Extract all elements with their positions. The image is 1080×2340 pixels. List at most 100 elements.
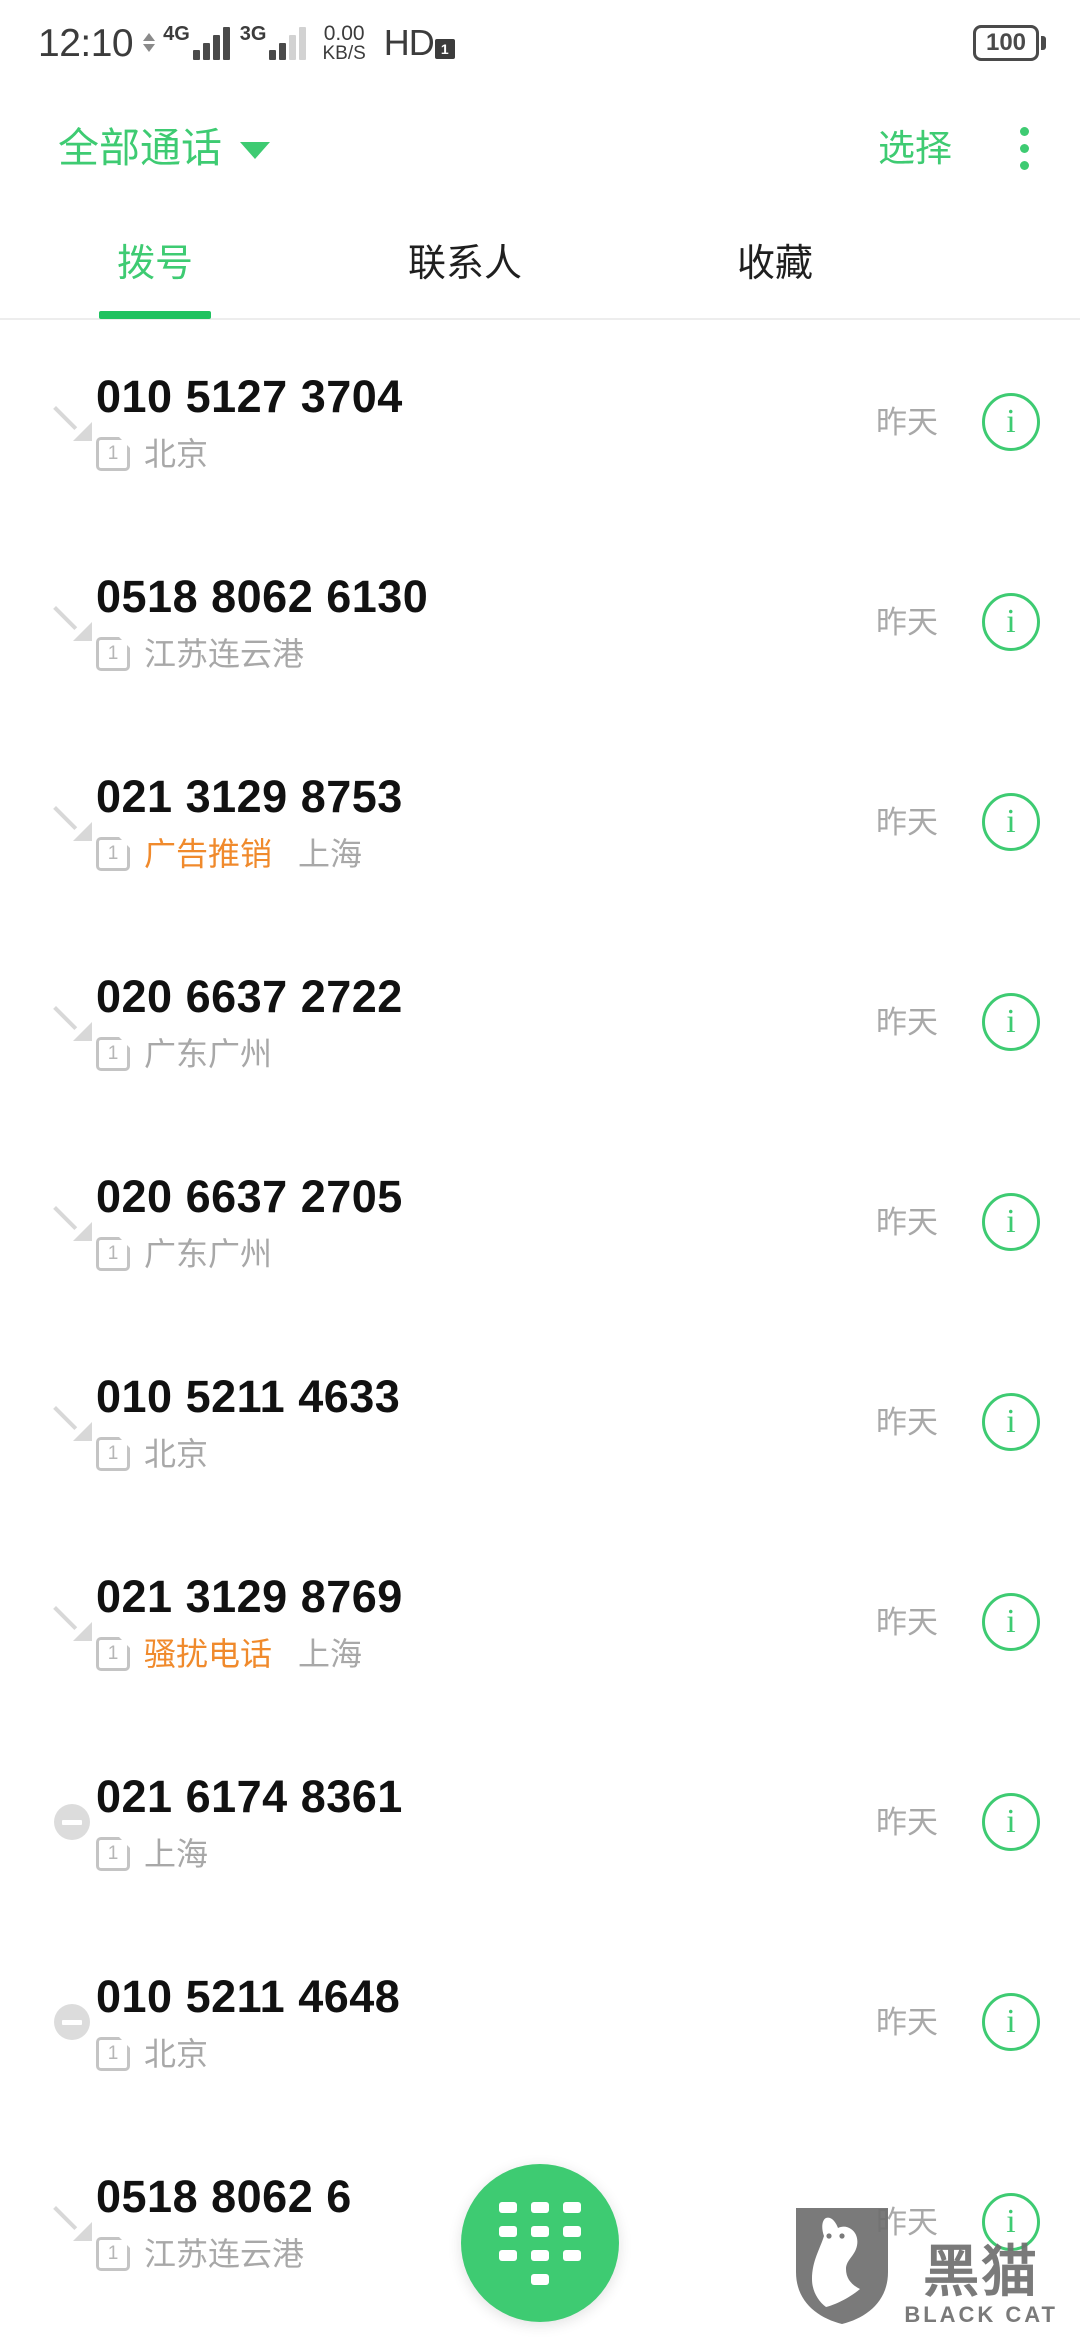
info-glyph: i — [1006, 803, 1016, 840]
call-timestamp: 昨天 — [876, 1404, 938, 1440]
call-details-info-icon[interactable]: i — [982, 1593, 1040, 1651]
signal-secondary: 3G — [239, 23, 307, 60]
call-row-content: 020 6637 2705 1 广东广州 — [92, 1174, 876, 1271]
signal-bars-secondary-icon — [269, 26, 307, 60]
signal-bars-primary-icon — [192, 26, 230, 60]
call-timestamp: 昨天 — [876, 404, 938, 440]
status-bar: 12:10 4G 3G 0.00 KB/S HD 1 100 — [0, 0, 1080, 86]
call-row-content: 010 5211 4633 1 北京 — [92, 1374, 876, 1471]
info-glyph: i — [1006, 603, 1016, 640]
call-details-info-icon[interactable]: i — [982, 993, 1040, 1051]
call-row-content: 021 3129 8753 1 广告推销 上海 — [92, 774, 876, 871]
tab-contacts[interactable]: 联系人 — [310, 209, 620, 319]
call-type-icon-cell — [0, 1922, 92, 2122]
call-details-info-icon[interactable]: i — [982, 1793, 1040, 1851]
call-log-row[interactable]: 020 6637 2722 1 广东广州 昨天 i — [0, 922, 1080, 1122]
tab-dialer-label: 拨号 — [116, 243, 193, 285]
call-type-icon-cell — [0, 1122, 92, 1322]
call-row-subline: 1 广东广州 — [96, 1235, 876, 1272]
info-glyph: i — [1006, 1403, 1016, 1440]
sim-card-badge: 1 — [96, 2036, 130, 2071]
sim-card-badge: 1 — [96, 1636, 130, 1671]
call-log-row[interactable]: 010 5127 3704 1 北京 昨天 i — [0, 322, 1080, 522]
tab-favorites-label: 收藏 — [736, 243, 813, 285]
call-row-subline: 1 江苏连云港 — [96, 635, 876, 672]
call-log-row[interactable]: 021 6174 8361 1 上海 昨天 i — [0, 1722, 1080, 1922]
call-row-content: 021 3129 8769 1 骚扰电话 上海 — [92, 1574, 876, 1671]
call-row-content: 0518 8062 6130 1 江苏连云港 — [92, 574, 876, 671]
tab-favorites[interactable]: 收藏 — [620, 209, 930, 319]
incoming-call-icon — [52, 602, 92, 642]
call-details-info-icon[interactable]: i — [982, 1993, 1040, 2051]
call-details-info-icon[interactable]: i — [982, 1193, 1040, 1251]
info-glyph: i — [1006, 1803, 1016, 1840]
call-type-icon-cell — [0, 722, 92, 922]
call-row-subline: 1 上海 — [96, 1835, 876, 1872]
more-vertical-icon[interactable] — [996, 120, 1052, 176]
call-row-content: 010 5211 4648 1 北京 — [92, 1974, 876, 2071]
call-row-subline: 1 北京 — [96, 1436, 876, 1471]
volte-hd-icon: HD 1 — [384, 25, 455, 61]
call-row-subline: 1 广东广州 — [96, 1036, 876, 1071]
call-location-label: 北京 — [144, 2035, 209, 2072]
call-details-info-icon[interactable]: i — [982, 1393, 1040, 1451]
spam-tag-label: 骚扰电话 — [144, 1635, 273, 1672]
call-location-label: 上海 — [144, 1835, 209, 1872]
data-transfer-icon — [143, 32, 156, 52]
call-filter-dropdown[interactable]: 全部通话 — [58, 124, 270, 171]
signal-primary: 4G — [163, 24, 230, 60]
call-number: 021 3129 8769 — [96, 1570, 403, 1622]
incoming-call-icon — [52, 1202, 92, 1242]
status-clock: 12:10 — [38, 21, 134, 65]
call-type-icon-cell — [0, 522, 92, 722]
call-log-list[interactable]: 010 5127 3704 1 北京 昨天 i 0518 8062 6130 1 江苏连云港昨… — [0, 322, 1080, 2340]
volte-sim-number: 1 — [434, 39, 455, 59]
call-type-icon-cell — [0, 2122, 92, 2322]
call-location-label: 上海 — [298, 835, 363, 872]
call-location-label: 广东广州 — [144, 1235, 273, 1272]
call-number: 010 5127 3704 — [96, 370, 403, 422]
dialpad-icon — [499, 2201, 581, 2285]
info-glyph: i — [1006, 1003, 1016, 1040]
tab-dialer[interactable]: 拨号 — [0, 209, 310, 319]
call-timestamp: 昨天 — [876, 1804, 938, 1840]
status-bar-right: 100 — [973, 25, 1046, 61]
call-timestamp: 昨天 — [876, 1604, 938, 1640]
info-glyph: i — [1006, 2003, 1016, 2040]
app-bar-actions: 选择 — [878, 120, 1052, 176]
call-log-row[interactable]: 0518 8062 6130 1 江苏连云港 昨天 i — [0, 522, 1080, 722]
call-location-label: 江苏连云港 — [144, 635, 305, 672]
tab-bar: 拨号 联系人 收藏 — [0, 210, 1080, 320]
status-bar-left: 12:10 4G 3G 0.00 KB/S HD 1 — [38, 21, 455, 65]
sim-card-badge: 1 — [96, 1236, 130, 1271]
call-timestamp: 昨天 — [876, 2204, 938, 2240]
call-timestamp: 昨天 — [876, 2004, 938, 2040]
info-glyph: i — [1006, 403, 1016, 440]
call-details-info-icon[interactable]: i — [982, 593, 1040, 651]
sim-card-badge: 1 — [96, 1836, 130, 1871]
call-details-info-icon[interactable]: i — [982, 793, 1040, 851]
call-log-row[interactable]: 021 3129 8753 1 广告推销 上海 昨天 i — [0, 722, 1080, 922]
call-details-info-icon[interactable]: i — [982, 393, 1040, 451]
network-speed-unit: KB/S — [322, 43, 366, 65]
call-number: 020 6637 2705 — [96, 1170, 403, 1222]
call-log-row[interactable]: 010 5211 4648 1 北京 昨天 i — [0, 1922, 1080, 2122]
call-log-row[interactable]: 021 3129 8769 1 骚扰电话 上海 昨天 i — [0, 1522, 1080, 1722]
call-number: 020 6637 2722 — [96, 970, 403, 1022]
call-details-info-icon[interactable]: i — [982, 2193, 1040, 2251]
battery-icon: 100 — [973, 25, 1046, 61]
network-type-secondary-label: 3G — [239, 23, 267, 45]
sim-card-badge: 1 — [96, 1036, 130, 1071]
call-number: 010 5211 4648 — [96, 1970, 401, 2022]
select-button[interactable]: 选择 — [878, 130, 952, 167]
call-filter-label: 全部通话 — [58, 124, 222, 171]
call-number: 010 5211 4633 — [96, 1370, 401, 1422]
call-timestamp: 昨天 — [876, 804, 938, 840]
call-row-subline: 1 广告推销 上海 — [96, 835, 876, 872]
call-log-row[interactable]: 020 6637 2705 1 广东广州 昨天 i — [0, 1122, 1080, 1322]
call-timestamp: 昨天 — [876, 1204, 938, 1240]
call-row-content: 010 5127 3704 1 北京 — [92, 374, 876, 471]
call-log-row[interactable]: 010 5211 4633 1 北京 昨天 i — [0, 1322, 1080, 1522]
dialpad-fab-button[interactable] — [461, 2164, 619, 2322]
incoming-call-icon — [52, 2202, 92, 2242]
